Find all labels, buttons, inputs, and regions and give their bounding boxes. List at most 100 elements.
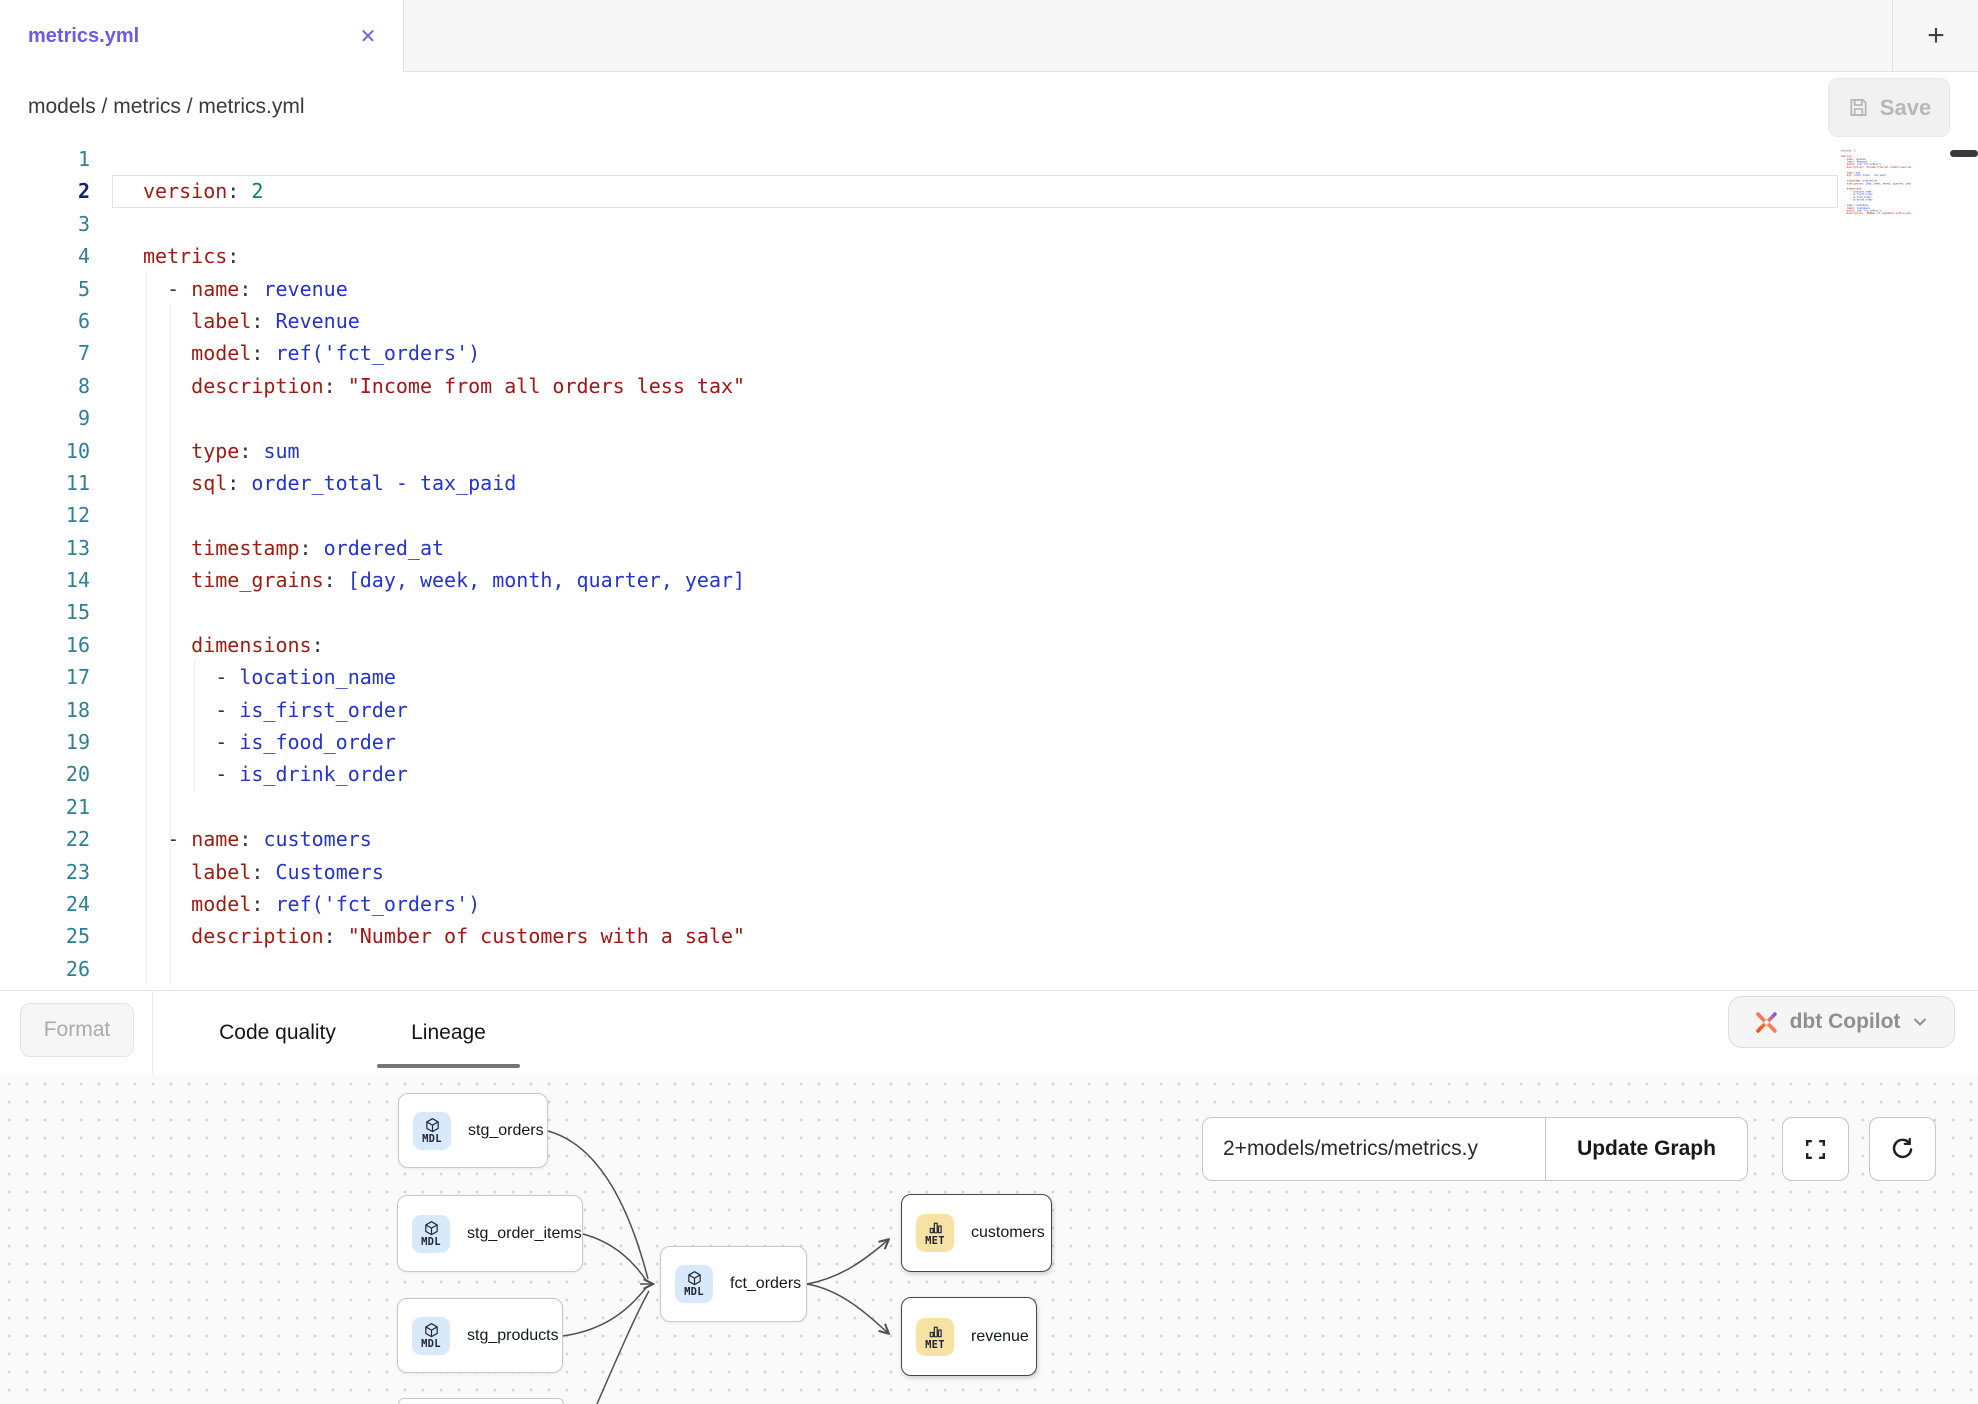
metric-badge: MET (916, 1318, 954, 1356)
format-button[interactable]: Format (20, 1003, 134, 1057)
line-number: 10 (0, 435, 90, 467)
cube-icon (424, 1117, 441, 1134)
tab-bar: metrics.yml ✕ + (0, 0, 1978, 72)
code-line-10[interactable]: 10 type: sum (0, 435, 1978, 467)
line-number: 9 (0, 402, 90, 434)
code-line-22[interactable]: 22 - name: customers (0, 823, 1978, 855)
save-icon (1847, 96, 1870, 119)
line-number: 13 (0, 532, 90, 564)
line-number: 8 (0, 370, 90, 402)
tab-label: metrics.yml (28, 25, 139, 48)
dbt-copilot-button[interactable]: dbt Copilot (1728, 996, 1955, 1048)
partial-node[interactable] (398, 1398, 564, 1404)
code-line-26[interactable]: 26 (0, 953, 1978, 985)
lineage-active-indicator (377, 1064, 520, 1068)
code-line-12[interactable]: 12 (0, 499, 1978, 531)
code-line-7[interactable]: 7 model: ref('fct_orders') (0, 337, 1978, 369)
model-badge: MDL (412, 1215, 450, 1253)
node-label: customers (971, 1224, 1045, 1242)
node-stg-products[interactable]: MDL stg_products (397, 1298, 563, 1373)
refresh-button[interactable] (1869, 1117, 1936, 1181)
code-line-4[interactable]: 4metrics: (0, 240, 1978, 272)
code-line-13[interactable]: 13 timestamp: ordered_at (0, 532, 1978, 564)
file-header-row: models / metrics / metrics.yml Save (0, 72, 1978, 144)
line-number: 22 (0, 823, 90, 855)
code-line-2[interactable]: 2version: 2 (0, 175, 1978, 207)
code-line-20[interactable]: 20 - is_drink_order (0, 758, 1978, 790)
metric-badge: MET (916, 1214, 954, 1252)
node-customers[interactable]: MET customers (901, 1194, 1052, 1272)
code-line-1[interactable]: 1 (0, 143, 1978, 175)
node-label: fct_orders (730, 1275, 801, 1293)
line-number: 16 (0, 629, 90, 661)
code-line-5[interactable]: 5 - name: revenue (0, 273, 1978, 305)
line-number: 21 (0, 791, 90, 823)
line-number: 12 (0, 499, 90, 531)
update-graph-button[interactable]: Update Graph (1546, 1118, 1747, 1180)
save-button[interactable]: Save (1828, 78, 1950, 137)
close-tab-icon[interactable]: ✕ (348, 0, 388, 72)
code-line-19[interactable]: 19 - is_food_order (0, 726, 1978, 758)
code-line-16[interactable]: 16 dimensions: (0, 629, 1978, 661)
line-number: 1 (0, 143, 90, 175)
lineage-filter-input[interactable] (1203, 1118, 1545, 1180)
breadcrumb: models / metrics / metrics.yml (28, 72, 305, 142)
code-line-6[interactable]: 6 label: Revenue (0, 305, 1978, 337)
fullscreen-button[interactable] (1782, 1117, 1849, 1181)
code-line-8[interactable]: 8 description: "Income from all orders l… (0, 370, 1978, 402)
line-number: 11 (0, 467, 90, 499)
line-number: 4 (0, 240, 90, 272)
code-line-3[interactable]: 3 (0, 208, 1978, 240)
line-number: 24 (0, 888, 90, 920)
code-line-11[interactable]: 11 sql: order_total - tax_paid (0, 467, 1978, 499)
bar-chart-icon (927, 1219, 944, 1236)
line-number: 7 (0, 337, 90, 369)
refresh-icon (1889, 1136, 1916, 1163)
line-number: 26 (0, 953, 90, 985)
line-number: 15 (0, 596, 90, 628)
code-line-25[interactable]: 25 description: "Number of customers wit… (0, 920, 1978, 952)
line-number: 19 (0, 726, 90, 758)
node-label: stg_order_items (467, 1225, 582, 1243)
line-number: 25 (0, 920, 90, 952)
model-badge: MDL (413, 1112, 451, 1150)
bar-chart-icon (927, 1323, 944, 1340)
node-label: revenue (971, 1328, 1029, 1346)
node-revenue[interactable]: MET revenue (901, 1297, 1037, 1376)
code-line-24[interactable]: 24 model: ref('fct_orders') (0, 888, 1978, 920)
lineage-controls: Update Graph (1202, 1117, 1748, 1181)
code-line-17[interactable]: 17 - location_name (0, 661, 1978, 693)
code-line-23[interactable]: 23 label: Customers (0, 856, 1978, 888)
cube-icon (423, 1322, 440, 1339)
cube-icon (686, 1270, 703, 1287)
code-line-18[interactable]: 18 - is_first_order (0, 694, 1978, 726)
tab-metrics-yml[interactable]: metrics.yml ✕ (0, 0, 403, 72)
new-tab-button[interactable]: + (1892, 0, 1978, 71)
minimap[interactable]: version: 2metrics: - name: revenue label… (1841, 147, 1911, 267)
code-line-9[interactable]: 9 (0, 402, 1978, 434)
line-number: 17 (0, 661, 90, 693)
save-label: Save (1880, 95, 1931, 121)
tab-code-quality[interactable]: Code quality (205, 991, 350, 1075)
code-line-21[interactable]: 21 (0, 791, 1978, 823)
node-fct-orders[interactable]: MDL fct_orders (660, 1246, 807, 1322)
code-line-14[interactable]: 14 time_grains: [day, week, month, quart… (0, 564, 1978, 596)
line-number: 20 (0, 758, 90, 790)
tab-lineage[interactable]: Lineage (377, 991, 520, 1075)
code-editor[interactable]: 12version: 234metrics:5 - name: revenue6… (0, 143, 1978, 990)
line-number: 14 (0, 564, 90, 596)
lineage-canvas[interactable]: MDL stg_orders MDL stg_order_items MDL s… (0, 1075, 1978, 1404)
code-line-15[interactable]: 15 (0, 596, 1978, 628)
line-number: 18 (0, 694, 90, 726)
line-number: 5 (0, 273, 90, 305)
line-number: 2 (0, 175, 90, 207)
node-stg-orders[interactable]: MDL stg_orders (398, 1093, 548, 1168)
copilot-label: dbt Copilot (1790, 1010, 1901, 1034)
node-stg-order-items[interactable]: MDL stg_order_items (397, 1195, 583, 1272)
line-number: 6 (0, 305, 90, 337)
scrollbar-handle[interactable] (1950, 150, 1978, 157)
line-number: 23 (0, 856, 90, 888)
fullscreen-icon (1803, 1137, 1828, 1162)
model-badge: MDL (412, 1317, 450, 1355)
model-badge: MDL (675, 1265, 713, 1303)
